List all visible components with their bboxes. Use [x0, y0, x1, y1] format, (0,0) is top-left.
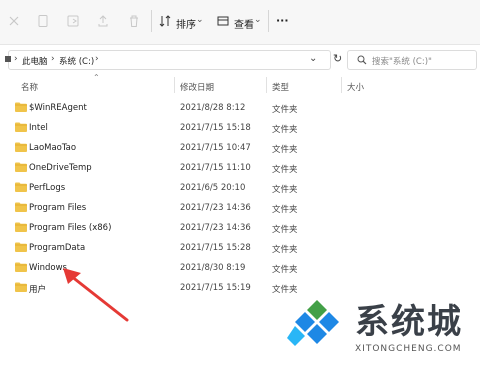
delete-icon[interactable]: [127, 14, 141, 28]
address-history-chevron-down-icon[interactable]: ⌄: [309, 53, 317, 64]
column-divider[interactable]: [174, 77, 175, 93]
file-type: 文件夹: [272, 205, 298, 215]
file-name[interactable]: ProgramData: [29, 243, 85, 253]
table-row[interactable]: Program Files 2021/7/23 14:36 文件夹: [10, 198, 475, 218]
file-name[interactable]: Program Files (x86): [29, 223, 111, 233]
breadcrumb-separator-icon[interactable]: ›: [95, 54, 99, 64]
file-modified-date: 2021/7/15 15:19: [180, 283, 251, 293]
folder-icon: [15, 242, 27, 252]
table-row[interactable]: Program Files (x86) 2021/7/23 14:36 文件夹: [10, 218, 475, 238]
table-row[interactable]: LaoMaoTao 2021/7/15 10:47 文件夹: [10, 138, 475, 158]
toolbar-separator: [151, 10, 152, 32]
search-placeholder: 搜索"系统 (C:)": [372, 57, 432, 67]
folder-icon: [15, 102, 27, 112]
breadcrumb-this-pc[interactable]: 此电脑: [22, 55, 48, 67]
folder-icon: [15, 142, 27, 152]
copy-icon[interactable]: [36, 14, 50, 28]
breadcrumb-separator-icon[interactable]: ›: [51, 54, 55, 64]
column-header-type[interactable]: 类型: [272, 81, 289, 93]
file-modified-date: 2021/8/30 8:19: [180, 263, 246, 273]
folder-icon: [15, 202, 27, 212]
view-chevron-down-icon[interactable]: ⌄: [254, 15, 262, 25]
file-modified-date: 2021/7/15 10:47: [180, 143, 251, 153]
watermark: 系统城 XITONGCHENG.COM: [283, 294, 480, 369]
file-name[interactable]: $WinREAgent: [29, 103, 87, 113]
file-name[interactable]: Intel: [29, 123, 48, 133]
toolbar-separator: [268, 10, 269, 32]
sort-ascending-chevron-up-icon: ⌃: [93, 73, 100, 82]
breadcrumb-separator-icon[interactable]: ›: [14, 54, 18, 64]
table-row[interactable]: $WinREAgent 2021/8/28 8:12 文件夹: [10, 98, 475, 118]
file-type: 文件夹: [272, 145, 298, 155]
file-type: 文件夹: [272, 265, 298, 275]
file-modified-date: 2021/7/15 11:10: [180, 163, 251, 173]
paste-icon[interactable]: [66, 14, 80, 28]
column-divider[interactable]: [266, 77, 267, 93]
table-row[interactable]: PerfLogs 2021/6/5 20:10 文件夹: [10, 178, 475, 198]
file-type: 文件夹: [272, 185, 298, 195]
column-divider[interactable]: [341, 77, 342, 93]
annotation-arrow-icon: [63, 268, 129, 322]
column-header-modified[interactable]: 修改日期: [180, 81, 214, 93]
file-type: 文件夹: [272, 125, 298, 135]
pc-icon: [5, 56, 11, 62]
file-name[interactable]: 用户: [29, 283, 46, 295]
file-modified-date: 2021/7/23 14:36: [180, 223, 251, 233]
file-type: 文件夹: [272, 105, 298, 115]
search-icon: [357, 55, 367, 65]
file-modified-date: 2021/8/28 8:12: [180, 103, 246, 113]
column-header-size[interactable]: 大小: [347, 81, 364, 93]
table-row[interactable]: OneDriveTemp 2021/7/15 11:10 文件夹: [10, 158, 475, 178]
column-header-name[interactable]: 名称: [21, 81, 38, 93]
folder-icon: [15, 222, 27, 232]
breadcrumb-drive-c[interactable]: 系统 (C:): [59, 55, 94, 67]
watermark-url: XITONGCHENG.COM: [355, 344, 462, 354]
xitongcheng-logo-icon: [287, 300, 339, 346]
sort-chevron-down-icon[interactable]: ⌄: [196, 15, 204, 25]
folder-icon: [15, 122, 27, 132]
file-name[interactable]: OneDriveTemp: [29, 163, 92, 173]
search-box[interactable]: 搜索"系统 (C:)": [347, 50, 477, 70]
folder-icon: [15, 162, 27, 172]
folder-icon: [15, 282, 27, 292]
view-button[interactable]: 查看: [234, 16, 254, 31]
file-type: 文件夹: [272, 225, 298, 235]
column-header-row: ⌃ 名称 修改日期 类型 大小: [0, 73, 480, 95]
command-bar: 排序 ⌄ 查看 ⌄ ···: [0, 0, 480, 45]
table-row[interactable]: ProgramData 2021/7/15 15:28 文件夹: [10, 238, 475, 258]
file-modified-date: 2021/6/5 20:10: [180, 183, 246, 193]
file-type: 文件夹: [272, 245, 298, 255]
file-modified-date: 2021/7/15 15:28: [180, 243, 251, 253]
table-row[interactable]: Intel 2021/7/15 15:18 文件夹: [10, 118, 475, 138]
file-name[interactable]: Program Files: [29, 203, 86, 213]
more-options-button[interactable]: ···: [276, 14, 289, 27]
cut-icon[interactable]: [7, 14, 21, 28]
file-type: 文件夹: [272, 165, 298, 175]
refresh-icon[interactable]: ↻: [333, 52, 342, 65]
folder-icon: [15, 262, 27, 272]
view-icon: [217, 16, 229, 26]
file-modified-date: 2021/7/23 14:36: [180, 203, 251, 213]
file-name[interactable]: LaoMaoTao: [29, 143, 76, 153]
file-modified-date: 2021/7/15 15:18: [180, 123, 251, 133]
folder-icon: [15, 182, 27, 192]
watermark-title: 系统城: [355, 302, 463, 342]
file-name[interactable]: PerfLogs: [29, 183, 65, 193]
share-icon[interactable]: [96, 14, 110, 28]
sort-button[interactable]: 排序: [176, 16, 196, 31]
address-bar[interactable]: › 此电脑 › 系统 (C:) › ⌄: [5, 50, 331, 70]
sort-icon: [159, 15, 171, 27]
